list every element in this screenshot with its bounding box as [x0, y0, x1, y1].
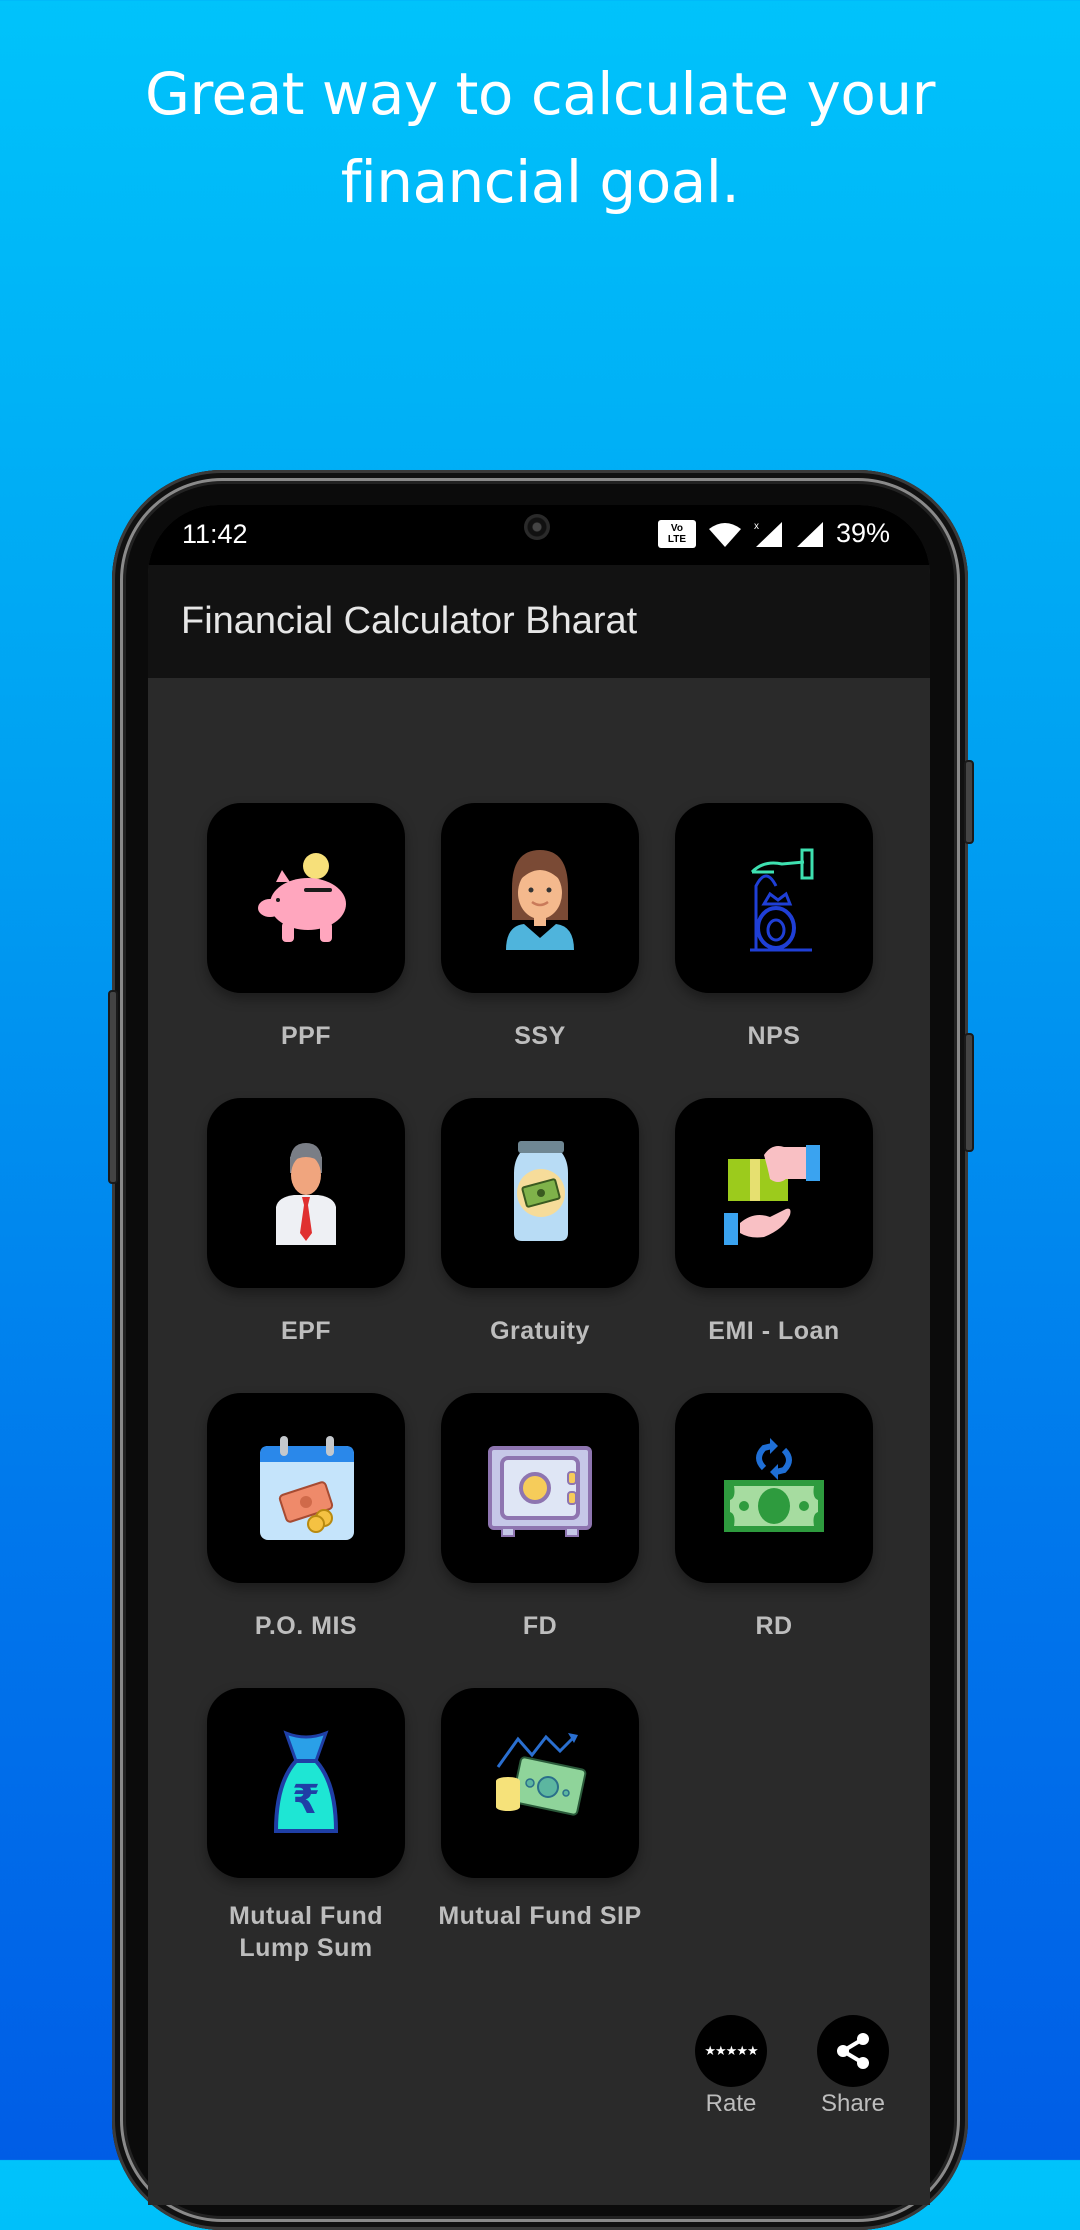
tile-label-emi-loan[interactable]: EMI - Loan [654, 1315, 894, 1347]
tile-label-ppf[interactable]: PPF [186, 1020, 426, 1052]
piggy-bank-icon [258, 853, 346, 942]
rate-button[interactable]: ★★★★★ [695, 2015, 767, 2087]
tile-rd[interactable] [675, 1393, 873, 1583]
status-icons: Vo LTE x 39% [657, 518, 890, 549]
tile-label-epf[interactable]: EPF [186, 1315, 426, 1347]
svg-text:₹: ₹ [292, 1777, 320, 1823]
tile-emi-loan[interactable] [675, 1098, 873, 1288]
phone-side-button [108, 990, 118, 1184]
app-bar: Financial Calculator Bharat [148, 565, 930, 678]
share-icon [837, 2033, 869, 2069]
svg-text:x: x [754, 521, 759, 532]
recurring-cash-icon [724, 1438, 824, 1532]
rupee-bag-icon: ₹ [273, 1730, 339, 1833]
tile-label-gratuity[interactable]: Gratuity [420, 1315, 660, 1347]
money-jar-icon [514, 1141, 568, 1241]
signal-icon: x [754, 521, 782, 547]
front-camera [524, 514, 550, 540]
wifi-icon [708, 522, 741, 547]
tile-label-line2: Lump Sum [239, 1934, 373, 1962]
phone-side-button [964, 1033, 974, 1152]
tile-mutual-fund-sip[interactable] [441, 1688, 639, 1878]
status-bar: 11:42 Vo LTE x 39% [148, 505, 930, 565]
tile-epf[interactable] [207, 1098, 405, 1288]
promo-headline-line2: financial goal. [340, 148, 740, 216]
hand-money-bag-icon [750, 848, 814, 952]
status-time: 11:42 [182, 519, 248, 549]
tile-ssy[interactable] [441, 803, 639, 993]
tile-po-mis[interactable] [207, 1393, 405, 1583]
tile-ppf[interactable] [207, 803, 405, 993]
battery-percentage: 39% [835, 518, 890, 548]
rate-label[interactable]: Rate [671, 2090, 791, 2118]
calendar-money-icon [260, 1436, 354, 1540]
employee-icon [276, 1143, 336, 1245]
tile-nps[interactable] [675, 803, 873, 993]
tile-label-line1: Mutual Fund [228, 1902, 384, 1930]
tile-label-mutual-fund-lump-sum[interactable]: Mutual Fund Lump Sum [186, 1900, 426, 1964]
tile-fd[interactable] [441, 1393, 639, 1583]
girl-avatar-icon [506, 850, 574, 950]
tile-label-fd[interactable]: FD [420, 1610, 660, 1642]
promo-headline: Great way to calculate your financial go… [0, 50, 1080, 226]
tile-label-po-mis[interactable]: P.O. MIS [186, 1610, 426, 1642]
tile-label-ssy[interactable]: SSY [420, 1020, 660, 1052]
volte-icon: Vo LTE [657, 519, 696, 548]
growth-cash-icon [496, 1733, 587, 1816]
share-button[interactable] [817, 2015, 889, 2087]
promo-headline-line1: Great way to calculate your [145, 60, 935, 128]
tile-mutual-fund-lump-sum[interactable]: ₹ [207, 1688, 405, 1878]
tile-label-mutual-fund-sip[interactable]: Mutual Fund SIP [420, 1900, 660, 1932]
phone-side-button [964, 760, 974, 844]
app-title: Financial Calculator Bharat [181, 600, 638, 642]
tile-label-nps[interactable]: NPS [654, 1020, 894, 1052]
phone-screen: 11:42 Vo LTE x 39% Financial Calculator B… [148, 505, 930, 2205]
tile-label-rd[interactable]: RD [654, 1610, 894, 1642]
signal-icon [796, 521, 823, 547]
safe-icon [488, 1446, 592, 1537]
tile-gratuity[interactable] [441, 1098, 639, 1288]
five-stars-icon: ★★★★★ [704, 2043, 758, 2059]
cash-handover-icon [724, 1145, 820, 1245]
share-label[interactable]: Share [793, 2090, 913, 2118]
